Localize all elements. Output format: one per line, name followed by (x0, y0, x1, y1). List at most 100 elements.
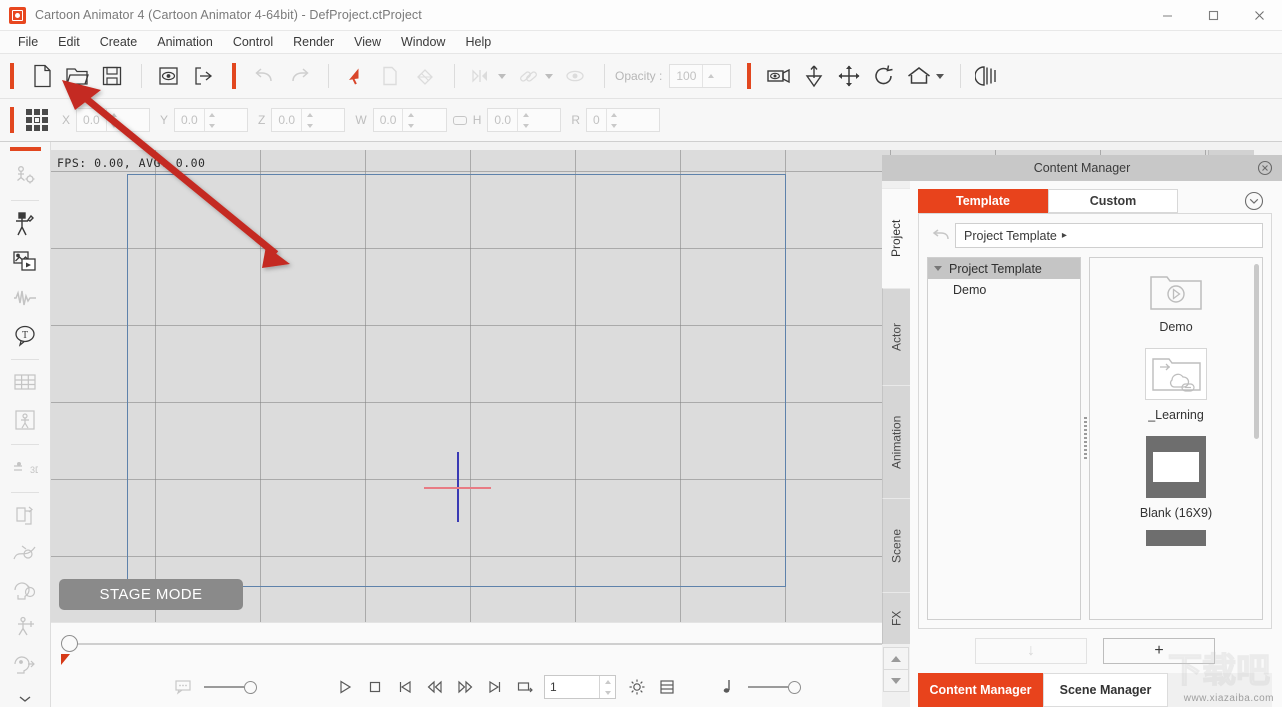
thumbnail-scrollbar[interactable] (1254, 264, 1259, 439)
menu-edit[interactable]: Edit (48, 32, 90, 52)
move-icon[interactable] (833, 60, 865, 92)
loop-button[interactable] (510, 672, 540, 702)
vtab-project[interactable]: Project (882, 188, 910, 288)
anchor-grid-icon[interactable] (26, 109, 48, 131)
h-up-arrow-icon[interactable] (522, 112, 529, 117)
opacity-stepper[interactable] (702, 65, 718, 87)
vtab-scroll-up-button[interactable] (883, 647, 909, 670)
pane-splitter-grip[interactable] (1081, 257, 1089, 620)
w-down-arrow-icon[interactable] (407, 123, 414, 128)
select-arrow-icon[interactable] (339, 60, 371, 92)
r-input[interactable]: 0 (586, 108, 661, 132)
audio-wave-icon[interactable] (7, 280, 43, 316)
character-box-icon[interactable] (7, 402, 43, 438)
close-button[interactable] (1236, 0, 1282, 31)
timeline-range-start-marker[interactable] (61, 654, 70, 665)
maximize-button[interactable] (1190, 0, 1236, 31)
frame-down-arrow-icon[interactable] (604, 690, 611, 695)
timeline-playhead-knob[interactable] (61, 635, 78, 652)
comment-slider-knob[interactable] (244, 680, 257, 694)
tab-custom[interactable]: Custom (1048, 189, 1178, 213)
aspect-link-icon[interactable] (452, 115, 467, 125)
r-down-arrow-icon[interactable] (611, 123, 618, 128)
composer-icon[interactable] (7, 158, 43, 194)
audio-note-icon[interactable] (712, 672, 742, 702)
menu-animation[interactable]: Animation (147, 32, 223, 52)
align-chevron-down-icon[interactable] (498, 73, 506, 79)
z-input[interactable]: 0.0 (271, 108, 346, 132)
render-settings-icon[interactable] (622, 672, 652, 702)
face-puppet-icon[interactable] (7, 572, 43, 608)
thumbnail-item[interactable]: _Learning (1090, 348, 1262, 422)
tree-expand-triangle-icon[interactable] (934, 266, 942, 271)
opacity-up-arrow-icon[interactable] (707, 74, 714, 78)
chevron-down-circle-icon[interactable] (1244, 191, 1264, 211)
r-up-arrow-icon[interactable] (611, 112, 618, 117)
x-input[interactable]: 0.0 (76, 108, 151, 132)
link-icon[interactable] (512, 60, 544, 92)
w-input[interactable]: 0.0 (372, 108, 447, 132)
comment-opacity-slider[interactable] (204, 680, 257, 694)
menu-view[interactable]: View (344, 32, 391, 52)
y-stepper[interactable] (203, 109, 220, 131)
menu-window[interactable]: Window (391, 32, 455, 52)
motion-path-icon[interactable] (7, 535, 43, 571)
tab-template[interactable]: Template (918, 189, 1048, 213)
menu-file[interactable]: File (8, 32, 48, 52)
redo-icon[interactable] (283, 60, 315, 92)
bottom-tab-content-manager[interactable]: Content Manager (918, 673, 1043, 707)
z-down-arrow-icon[interactable] (306, 123, 313, 128)
vtab-animation[interactable]: Animation (882, 385, 910, 498)
step-backward-button[interactable] (420, 672, 450, 702)
vtab-actor[interactable]: Actor (882, 288, 910, 385)
x-stepper[interactable] (105, 109, 122, 131)
opacity-input[interactable]: 100 (669, 64, 732, 88)
tree-item-project-template[interactable]: Project Template (928, 258, 1080, 279)
add-button[interactable]: + (1103, 638, 1215, 664)
menu-help[interactable]: Help (455, 32, 501, 52)
vtab-fx[interactable]: FX (882, 592, 910, 644)
x-up-arrow-icon[interactable] (111, 112, 118, 117)
sprite-table-icon[interactable] (7, 365, 43, 401)
3d-depth-icon[interactable]: 3D (7, 450, 43, 486)
export-icon[interactable] (187, 60, 219, 92)
stop-button[interactable] (360, 672, 390, 702)
save-project-icon[interactable] (96, 60, 128, 92)
undo-icon[interactable] (248, 60, 280, 92)
timeline-list-icon[interactable] (652, 672, 682, 702)
step-forward-button[interactable] (450, 672, 480, 702)
current-frame-input[interactable]: 1 (544, 675, 616, 699)
h-down-arrow-icon[interactable] (522, 123, 529, 128)
camera-icon[interactable] (763, 60, 795, 92)
transform-layers-icon[interactable] (7, 498, 43, 534)
h-stepper[interactable] (517, 109, 533, 131)
r-stepper[interactable] (605, 109, 622, 131)
breadcrumb-path[interactable]: Project Template ▸ (955, 223, 1263, 248)
z-up-arrow-icon[interactable] (306, 112, 313, 117)
minimize-button[interactable] (1144, 0, 1190, 31)
frame-up-arrow-icon[interactable] (604, 679, 611, 684)
comment-icon[interactable] (168, 672, 198, 702)
z-stepper[interactable] (301, 109, 317, 131)
w-up-arrow-icon[interactable] (407, 112, 414, 117)
thumbnail-item[interactable] (1090, 530, 1262, 546)
menu-create[interactable]: Create (90, 32, 148, 52)
visibility-eye-icon[interactable] (559, 60, 591, 92)
home-icon[interactable] (903, 60, 935, 92)
fill-icon[interactable] (409, 60, 441, 92)
volume-slider-knob[interactable] (788, 680, 801, 694)
breadcrumb-arrow-icon[interactable]: ▸ (1062, 230, 1067, 241)
body-puppet-icon[interactable] (7, 609, 43, 645)
actor-puppet-icon[interactable] (7, 206, 43, 242)
link-chevron-down-icon[interactable] (545, 73, 553, 79)
vtab-scene[interactable]: Scene (882, 498, 910, 592)
w-stepper[interactable] (402, 109, 418, 131)
text-bubble-icon[interactable]: T (7, 317, 43, 353)
go-to-end-button[interactable] (480, 672, 510, 702)
h-input[interactable]: 0.0 (487, 108, 562, 132)
play-button[interactable] (330, 672, 360, 702)
rotate-icon[interactable] (868, 60, 900, 92)
back-arrow-icon[interactable] (927, 225, 955, 247)
go-to-start-button[interactable] (390, 672, 420, 702)
home-chevron-down-icon[interactable] (936, 73, 945, 79)
